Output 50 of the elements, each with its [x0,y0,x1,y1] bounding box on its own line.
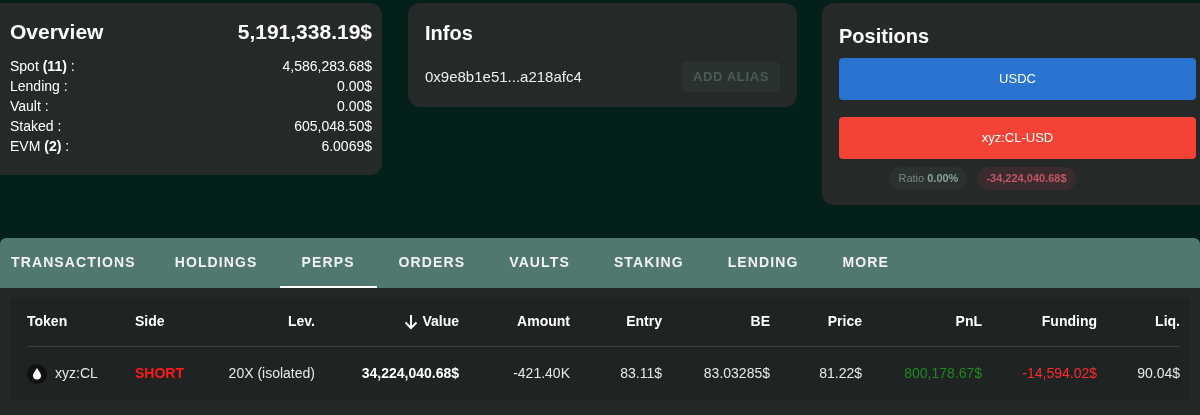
overview-value: 605,048.50$ [294,116,372,136]
tab[interactable]: ORDERS [376,238,488,288]
column-header[interactable]: Lev. [288,311,315,332]
table-cell-text: 34,224,040.68$ [361,364,459,383]
table-cell-text: 90.04$ [1137,364,1180,383]
column-header[interactable]: Entry [626,311,662,332]
column-header[interactable]: Side [135,311,165,332]
sort-down-icon[interactable] [404,313,419,330]
position-label: USDC [999,70,1036,89]
table-cell-text: -421.40K [513,364,570,383]
overview-value: 6.0069$ [321,136,372,156]
infos-title: Infos [425,21,474,46]
overview-label: Spot (11) : [10,56,75,76]
table-cell-text: xyz:CL [55,364,98,383]
overview-label: Vault : [10,96,49,116]
position-label: xyz:CL-USD [981,129,1054,148]
column-header[interactable]: Value [422,311,459,332]
tab[interactable]: TRANSACTIONS [0,238,153,288]
positions-title: Positions [839,24,930,49]
overview-total: 5,191,338.19$ [237,19,372,45]
overview-value: 0.00$ [336,76,372,96]
column-header[interactable]: Funding [1041,311,1097,332]
overview-label: EVM (2) : [10,136,70,156]
column-header[interactable]: Amount [517,311,570,332]
column-header[interactable]: Liq. [1155,311,1180,332]
table-cell-text: 20X (isolated) [228,364,315,383]
tab[interactable]: LENDING [705,238,821,288]
ratio-chip: Ratio 0.00% [889,167,968,190]
overview-title: Overview [10,19,104,45]
tab[interactable]: STAKING [591,238,706,288]
tab[interactable]: HOLDINGS [152,238,280,288]
overview-value: 4,586,283.68$ [282,56,372,76]
table-cell-text: 81.22$ [819,364,862,383]
tab[interactable]: VAULTS [487,238,592,288]
wallet-address: 0x9e8b1e51...a218afc4 [425,66,582,87]
table-cell-text: 800,178.67$ [904,364,982,383]
table-cell-text: -14,594.02$ [1022,364,1097,383]
column-header[interactable]: Price [827,311,862,332]
column-header[interactable]: PnL [955,311,982,332]
net-value-chip: -34,224,040.68$ [977,167,1076,190]
column-header[interactable]: BE [750,311,770,332]
overview-label: Lending : [10,76,68,96]
overview-value: 0.00$ [336,96,372,116]
overview-label: Staked : [10,116,62,136]
table-cell-text: 83.11$ [620,364,662,383]
tab[interactable]: MORE [820,238,911,288]
oil-drop-icon [27,363,47,384]
table-cell-text: SHORT [135,364,184,383]
table-cell-text: 83.03285$ [703,364,770,383]
column-header[interactable]: Token [27,311,68,332]
